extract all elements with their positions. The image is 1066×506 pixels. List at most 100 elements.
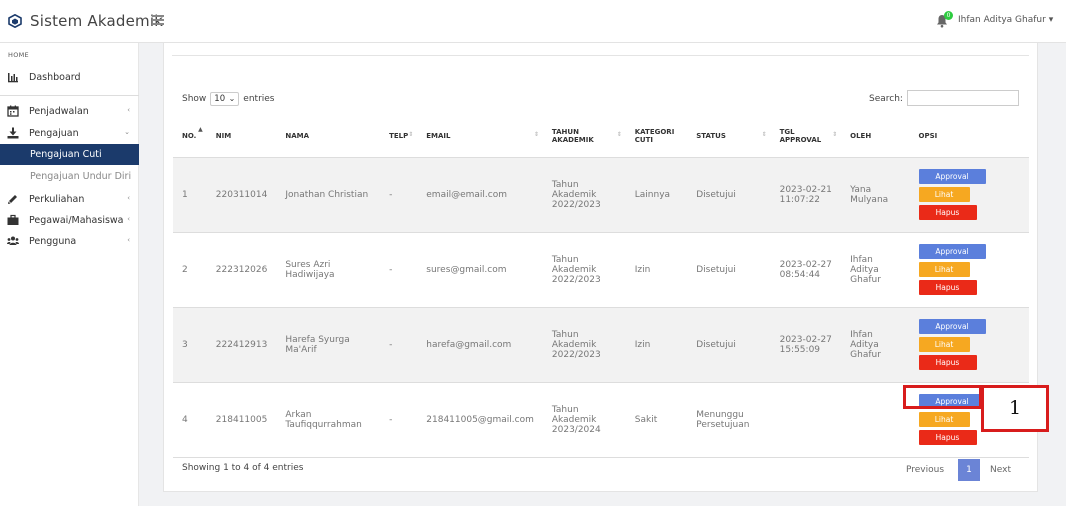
cell-kategori: Lainnya <box>625 157 688 233</box>
chevron-left-icon: ‹ <box>127 106 130 114</box>
download-icon <box>7 127 19 139</box>
lihat-button[interactable]: Lihat <box>918 187 970 202</box>
sidebar-item-label: Pengguna <box>29 235 77 247</box>
cell-telp: - <box>380 307 418 383</box>
column-header-tahun-akademik[interactable]: TAHUN AKADEMIK ⇕ <box>542 116 626 158</box>
table-row: 3 222412913 Harefa Syurga Ma'Arif - haref… <box>173 307 1029 383</box>
cell-kategori: Sakit <box>625 382 688 458</box>
cell-status: Disetujui <box>687 307 771 383</box>
pagination: Previous 1 Next <box>906 459 1011 481</box>
cell-oleh <box>841 382 910 458</box>
sort-icon: ⇕ <box>408 131 414 138</box>
cell-nim: 222412913 <box>206 307 277 383</box>
hapus-button[interactable]: Hapus <box>918 280 977 295</box>
cell-kategori: Izin <box>625 232 688 308</box>
sort-icon: ⇕ <box>533 131 539 138</box>
cell-status: Menunggu Persetujuan <box>687 382 771 458</box>
chevron-left-icon: ‹ <box>127 194 130 202</box>
previous-page-button[interactable]: Previous <box>906 465 944 475</box>
cell-nim: 218411005 <box>206 382 277 458</box>
lihat-button[interactable]: Lihat <box>918 337 970 352</box>
page-length-control: Show 10 ⌄ entries <box>182 92 275 106</box>
chevron-down-icon: ⌄ <box>228 94 236 103</box>
lihat-button[interactable]: Lihat <box>918 412 970 427</box>
sidebar-subitem-pengajuan-undur-diri[interactable]: Pengajuan Undur Diri <box>0 166 139 187</box>
chevron-left-icon: ‹ <box>127 236 130 244</box>
sidebar: HOME Dashboard Penjadwalan ‹ Pengajuan ⌄… <box>0 43 139 506</box>
sidebar-item-penjadwalan[interactable]: Penjadwalan ‹ <box>0 101 139 121</box>
calendar-icon <box>7 105 19 117</box>
brand[interactable]: Sistem Akademik <box>8 12 163 30</box>
cell-telp: - <box>380 157 418 233</box>
users-icon <box>7 236 19 245</box>
cell-status: Disetujui <box>687 157 771 233</box>
cell-no: 1 <box>173 157 207 233</box>
sidebar-item-perkuliahan[interactable]: Perkuliahan ‹ <box>0 189 139 209</box>
cell-kategori: Izin <box>625 307 688 383</box>
column-header-oleh[interactable]: OLEH <box>841 116 910 158</box>
table-row: 4 218411005 Arkan Taufiqqurrahman - 21841… <box>173 382 1029 458</box>
notification-badge: 0 <box>944 11 953 20</box>
lihat-button[interactable]: Lihat <box>918 262 970 277</box>
table-row: 2 222312026 Sures Azri Hadiwijaya - sures… <box>173 232 1029 308</box>
user-name: Ihfan Aditya Ghafur <box>958 15 1046 25</box>
app-logo-icon <box>8 14 22 28</box>
cell-email: 218411005@gmail.com <box>417 382 543 458</box>
cell-nama: Harefa Syurga Ma'Arif <box>276 307 381 383</box>
cell-email: email@email.com <box>417 157 543 233</box>
cell-tahun-akademik: Tahun Akademik 2023/2024 <box>542 382 626 458</box>
sort-asc-icon: ▲ <box>198 126 203 133</box>
cell-oleh: Ihfan Aditya Ghafur <box>841 232 910 308</box>
hapus-button[interactable]: Hapus <box>918 430 977 445</box>
cell-nama: Jonathan Christian <box>276 157 381 233</box>
chevron-down-icon: ⌄ <box>124 128 130 136</box>
sidebar-item-pegawai-mahasiswa[interactable]: Pegawai/Mahasiswa ‹ <box>0 210 139 230</box>
cell-opsi: Approval Lihat Hapus <box>909 307 1029 383</box>
top-navbar: Sistem Akademik 0 Ihfan Aditya Ghafur ▾ <box>0 0 1066 43</box>
data-card: Show 10 ⌄ entries Search: NO. ▲ NIM NAMA … <box>163 43 1038 492</box>
sidebar-heading: HOME <box>8 51 29 59</box>
search-label: Search: <box>869 94 903 104</box>
sidebar-subitem-pengajuan-cuti[interactable]: Pengajuan Cuti <box>0 144 139 165</box>
column-header-opsi: OPSI <box>909 116 1029 158</box>
column-header-tgl-approval[interactable]: TGL APPROVAL ⇕ <box>770 116 842 158</box>
column-header-status[interactable]: STATUS ⇕ <box>687 116 771 158</box>
cell-nama: Arkan Taufiqqurrahman <box>276 382 381 458</box>
approval-button[interactable]: Approval <box>918 169 986 184</box>
cell-tgl-approval: 2023-02-27 08:54:44 <box>770 232 842 308</box>
search-input[interactable] <box>907 90 1019 106</box>
cell-telp: - <box>380 382 418 458</box>
column-header-nim[interactable]: NIM <box>206 116 277 158</box>
page-1-button[interactable]: 1 <box>958 459 981 481</box>
sidebar-item-dashboard[interactable]: Dashboard <box>0 67 139 87</box>
chevron-left-icon: ‹ <box>127 215 130 223</box>
table-info: Showing 1 to 4 of 4 entries <box>182 463 304 473</box>
hapus-button[interactable]: Hapus <box>918 205 977 220</box>
cell-tgl-approval: 2023-02-21 11:07:22 <box>770 157 842 233</box>
next-page-button[interactable]: Next <box>990 465 1011 475</box>
cell-status: Disetujui <box>687 232 771 308</box>
sidebar-item-label: Dashboard <box>29 71 81 83</box>
cell-tahun-akademik: Tahun Akademik 2022/2023 <box>542 307 626 383</box>
approval-button[interactable]: Approval <box>918 244 986 259</box>
bar-chart-icon <box>8 73 18 83</box>
cell-tgl-approval <box>770 382 842 458</box>
cell-email: sures@gmail.com <box>417 232 543 308</box>
column-header-email[interactable]: EMAIL ⇕ <box>417 116 543 158</box>
column-header-nama[interactable]: NAMA <box>276 116 381 158</box>
entries-select[interactable]: 10 ⌄ <box>210 92 240 106</box>
approval-button[interactable]: Approval <box>918 319 986 334</box>
hapus-button[interactable]: Hapus <box>918 355 977 370</box>
column-header-telp[interactable]: TELP ⇕ <box>380 116 418 158</box>
sidebar-item-pengguna[interactable]: Pengguna ‹ <box>0 231 139 251</box>
show-label: Show <box>182 94 207 104</box>
column-header-no[interactable]: NO. ▲ <box>173 116 207 158</box>
user-menu[interactable]: Ihfan Aditya Ghafur ▾ <box>958 15 1053 25</box>
sidebar-item-pengajuan[interactable]: Pengajuan ⌄ <box>0 123 139 143</box>
app-title: Sistem Akademik <box>30 12 164 30</box>
cell-nim: 222312026 <box>206 232 277 308</box>
cell-opsi: Approval Lihat Hapus <box>909 232 1029 308</box>
column-header-kategori-cuti[interactable]: KATEGORI CUTI <box>625 116 688 158</box>
cell-email: harefa@gmail.com <box>417 307 543 383</box>
menu-toggle-icon[interactable] <box>152 15 164 25</box>
